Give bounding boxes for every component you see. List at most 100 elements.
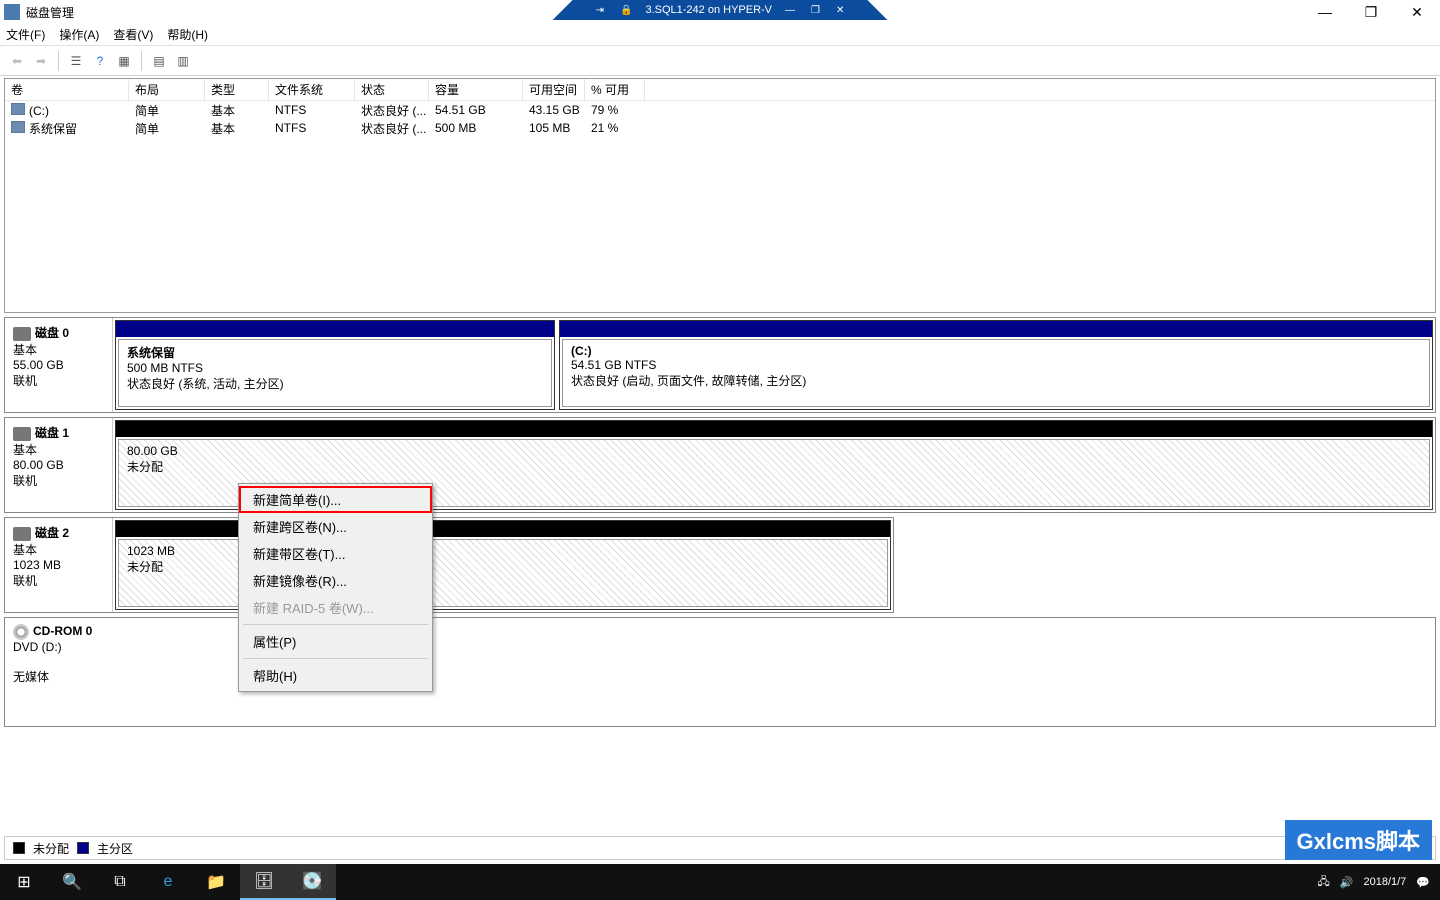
disk-title: CD-ROM 0 <box>33 624 92 638</box>
toolbar: ⬅ ➡ ☰ ? ▦ ▤ ▥ <box>0 46 1440 76</box>
tray-network-icon[interactable]: 🖧 <box>1318 873 1330 892</box>
cell: 基本 <box>205 102 269 119</box>
partition-stripe <box>116 321 554 337</box>
disk-icon <box>13 527 31 541</box>
pin-icon[interactable]: ⇥ <box>596 5 604 16</box>
menu-properties[interactable]: 属性(P) <box>239 628 432 655</box>
toolbar-help-icon[interactable]: ? <box>89 50 111 72</box>
col-volume[interactable]: 卷 <box>5 79 129 100</box>
tray-date[interactable]: 2018/1/7 <box>1363 876 1406 888</box>
vm-close-icon[interactable]: ✕ <box>836 5 844 16</box>
context-menu: 新建简单卷(I)... 新建跨区卷(N)... 新建带区卷(T)... 新建镜像… <box>238 483 433 692</box>
cell: 状态良好 (... <box>355 120 429 137</box>
legend-swatch-unallocated <box>13 842 25 854</box>
toolbar-view-icon[interactable]: ☰ <box>65 50 87 72</box>
partition-system-reserved[interactable]: 系统保留 500 MB NTFS 状态良好 (系统, 活动, 主分区) <box>115 320 555 410</box>
col-percent[interactable]: % 可用 <box>585 79 645 100</box>
cell: 21 % <box>585 121 645 135</box>
disk-state: 联机 <box>13 474 37 488</box>
vm-minimize-icon[interactable]: — <box>785 5 795 16</box>
volume-icon <box>11 103 25 115</box>
minimize-button[interactable]: — <box>1302 0 1348 24</box>
task-view-button[interactable]: ⧉ <box>96 864 144 900</box>
menu-view[interactable]: 查看(V) <box>113 26 153 43</box>
disk-title: 磁盘 1 <box>35 426 69 440</box>
start-button[interactable]: ⊞ <box>0 864 48 900</box>
taskbar-disk-mgmt-icon[interactable]: 💽 <box>288 864 336 900</box>
menu-new-striped-volume[interactable]: 新建带区卷(T)... <box>239 540 432 567</box>
menu-new-spanned-volume[interactable]: 新建跨区卷(N)... <box>239 513 432 540</box>
volume-name: (C:) <box>29 104 49 118</box>
col-filesystem[interactable]: 文件系统 <box>269 79 355 100</box>
partition-title: 系统保留 <box>127 346 175 360</box>
close-button[interactable]: ✕ <box>1394 0 1440 24</box>
cell: 54.51 GB <box>429 103 523 117</box>
disk-label[interactable]: CD-ROM 0 DVD (D:) 无媒体 <box>5 618 1435 726</box>
system-tray[interactable]: 🖧 🔊 2018/1/7 💬 <box>1318 873 1440 892</box>
disk-icon <box>13 427 31 441</box>
partition-status: 未分配 <box>127 560 163 574</box>
disk-media-state: 无媒体 <box>13 670 49 684</box>
partition-status: 未分配 <box>127 460 163 474</box>
vm-title: 3.SQL1-242 on HYPER-V <box>645 4 772 16</box>
col-layout[interactable]: 布局 <box>129 79 205 100</box>
tray-sound-icon[interactable]: 🔊 <box>1340 876 1354 889</box>
partition-status: 状态良好 (启动, 页面文件, 故障转储, 主分区) <box>571 374 806 388</box>
maximize-button[interactable]: ❐ <box>1348 0 1394 24</box>
menu-file[interactable]: 文件(F) <box>6 26 45 43</box>
search-button[interactable]: 🔍 <box>48 864 96 900</box>
vm-connection-banner: ⇥ 🔒 3.SQL1-242 on HYPER-V — ❐ ✕ <box>553 0 888 20</box>
legend: 未分配 主分区 <box>4 836 1436 860</box>
partition-c[interactable]: (C:) 54.51 GB NTFS 状态良好 (启动, 页面文件, 故障转储,… <box>559 320 1433 410</box>
menu-new-simple-volume[interactable]: 新建简单卷(I)... <box>239 486 432 513</box>
app-title: 磁盘管理 <box>26 4 74 21</box>
tray-notifications-icon[interactable]: 💬 <box>1416 876 1430 889</box>
partition-size: 54.51 GB NTFS <box>571 358 656 372</box>
col-capacity[interactable]: 容量 <box>429 79 523 100</box>
vm-restore-icon[interactable]: ❐ <box>811 5 820 16</box>
partition-unallocated[interactable]: 1023 MB 未分配 <box>115 520 891 610</box>
taskbar-server-manager-icon[interactable]: 🗄 <box>240 864 288 900</box>
cell: 105 MB <box>523 121 585 135</box>
toolbar-graphic-icon[interactable]: ▥ <box>172 50 194 72</box>
watermark: Gxlcms脚本 <box>1285 820 1433 860</box>
cell: 状态良好 (... <box>355 102 429 119</box>
partition-stripe <box>116 521 890 537</box>
taskbar-explorer-icon[interactable]: 📁 <box>192 864 240 900</box>
menu-separator <box>243 624 428 625</box>
menu-action[interactable]: 操作(A) <box>59 26 99 43</box>
disk-label[interactable]: 磁盘 0 基本 55.00 GB 联机 <box>5 318 113 412</box>
disk-size: 80.00 GB <box>13 458 64 472</box>
col-status[interactable]: 状态 <box>355 79 429 100</box>
disk-type: 基本 <box>13 343 37 357</box>
disk-partitions: 1023 MB 未分配 <box>113 518 893 612</box>
taskbar-ie-icon[interactable]: e <box>144 864 192 900</box>
volume-icon <box>11 121 25 133</box>
toolbar-list-icon[interactable]: ▤ <box>148 50 170 72</box>
menu-bar: 文件(F) 操作(A) 查看(V) 帮助(H) <box>0 24 1440 46</box>
partition-stripe <box>560 321 1432 337</box>
disk-row-2: 磁盘 2 基本 1023 MB 联机 1023 MB 未分配 <box>4 517 894 613</box>
disk-label[interactable]: 磁盘 2 基本 1023 MB 联机 <box>5 518 113 612</box>
app-icon <box>4 4 20 20</box>
volume-row[interactable]: (C:) 简单 基本 NTFS 状态良好 (... 54.51 GB 43.15… <box>5 101 1435 119</box>
menu-help[interactable]: 帮助(H) <box>239 662 432 689</box>
partition-stripe <box>116 421 1432 437</box>
col-freespace[interactable]: 可用空间 <box>523 79 585 100</box>
disk-label[interactable]: 磁盘 1 基本 80.00 GB 联机 <box>5 418 113 512</box>
disk-title: 磁盘 2 <box>35 526 69 540</box>
partition-size: 1023 MB <box>127 544 175 558</box>
cell: NTFS <box>269 103 355 117</box>
toolbar-refresh-icon[interactable]: ▦ <box>113 50 135 72</box>
disk-title: 磁盘 0 <box>35 326 69 340</box>
disk-type: 基本 <box>13 543 37 557</box>
menu-new-mirrored-volume[interactable]: 新建镜像卷(R)... <box>239 567 432 594</box>
legend-swatch-primary <box>77 842 89 854</box>
menu-new-raid5-volume: 新建 RAID-5 卷(W)... <box>239 594 432 621</box>
volume-row[interactable]: 系统保留 简单 基本 NTFS 状态良好 (... 500 MB 105 MB … <box>5 119 1435 137</box>
col-type[interactable]: 类型 <box>205 79 269 100</box>
lock-icon[interactable]: 🔒 <box>620 5 632 16</box>
volume-list[interactable]: 卷 布局 类型 文件系统 状态 容量 可用空间 % 可用 (C:) 简单 基本 … <box>4 78 1436 313</box>
menu-help[interactable]: 帮助(H) <box>167 26 208 43</box>
cell: 基本 <box>205 120 269 137</box>
